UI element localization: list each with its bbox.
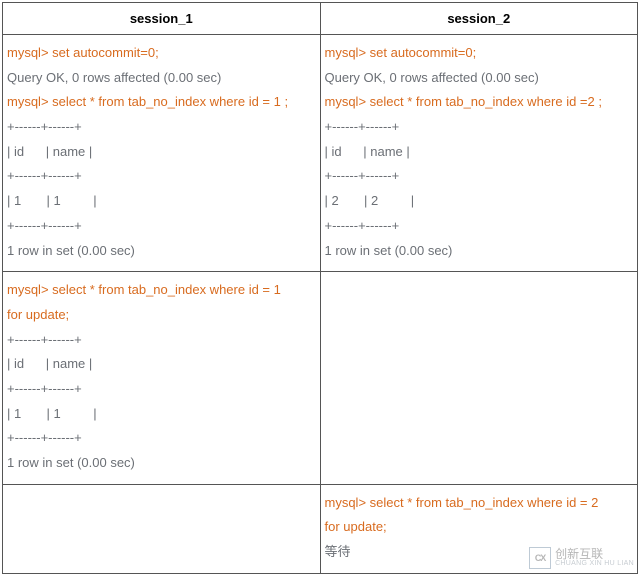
- step-row-2: mysql> select * from tab_no_index where …: [3, 272, 638, 485]
- sql-output: Query OK, 0 rows affected (0.00 sec): [7, 66, 316, 91]
- cell-s2-step2: [320, 272, 638, 485]
- ascii-sep: +------+------+: [325, 115, 634, 140]
- header-session-2: session_2: [320, 3, 638, 35]
- watermark-logo-icon: CX: [529, 547, 551, 569]
- ascii-sep: +------+------+: [325, 164, 634, 189]
- rows-summary: 1 row in set (0.00 sec): [7, 239, 316, 264]
- ascii-sep: +------+------+: [7, 328, 316, 353]
- ascii-row: | 1 | 1 |: [7, 189, 316, 214]
- watermark-text: 创新互联: [555, 548, 634, 560]
- rows-summary: 1 row in set (0.00 sec): [325, 239, 634, 264]
- watermark: CX 创新互联 CHUANG XIN HU LIAN: [527, 546, 636, 570]
- sql-command: mysql> select * from tab_no_index where …: [7, 278, 316, 303]
- cell-s2-step1: mysql> set autocommit=0; Query OK, 0 row…: [320, 35, 638, 272]
- ascii-header: | id | name |: [7, 140, 316, 165]
- ascii-sep: +------+------+: [7, 377, 316, 402]
- sql-command: mysql> select * from tab_no_index where …: [325, 491, 634, 516]
- ascii-sep: +------+------+: [7, 164, 316, 189]
- session-comparison-table: session_1 session_2 mysql> set autocommi…: [2, 2, 638, 574]
- header-session-1: session_1: [3, 3, 321, 35]
- cell-s1-step3: [3, 484, 321, 573]
- sql-command: mysql> set autocommit=0;: [325, 41, 634, 66]
- ascii-header: | id | name |: [325, 140, 634, 165]
- sql-command: mysql> set autocommit=0;: [7, 41, 316, 66]
- ascii-header: | id | name |: [7, 352, 316, 377]
- sql-command: mysql> select * from tab_no_index where …: [7, 90, 316, 115]
- ascii-sep: +------+------+: [7, 426, 316, 451]
- ascii-sep: +------+------+: [325, 214, 634, 239]
- sql-output: Query OK, 0 rows affected (0.00 sec): [325, 66, 634, 91]
- cell-s1-step2: mysql> select * from tab_no_index where …: [3, 272, 321, 485]
- step-row-1: mysql> set autocommit=0; Query OK, 0 row…: [3, 35, 638, 272]
- ascii-sep: +------+------+: [7, 115, 316, 140]
- ascii-row: | 2 | 2 |: [325, 189, 634, 214]
- rows-summary: 1 row in set (0.00 sec): [7, 451, 316, 476]
- cell-s1-step1: mysql> set autocommit=0; Query OK, 0 row…: [3, 35, 321, 272]
- sql-command: for update;: [7, 303, 316, 328]
- watermark-subtext: CHUANG XIN HU LIAN: [555, 560, 634, 567]
- ascii-sep: +------+------+: [7, 214, 316, 239]
- sql-command: for update;: [325, 515, 634, 540]
- ascii-row: | 1 | 1 |: [7, 402, 316, 427]
- sql-command: mysql> select * from tab_no_index where …: [325, 90, 634, 115]
